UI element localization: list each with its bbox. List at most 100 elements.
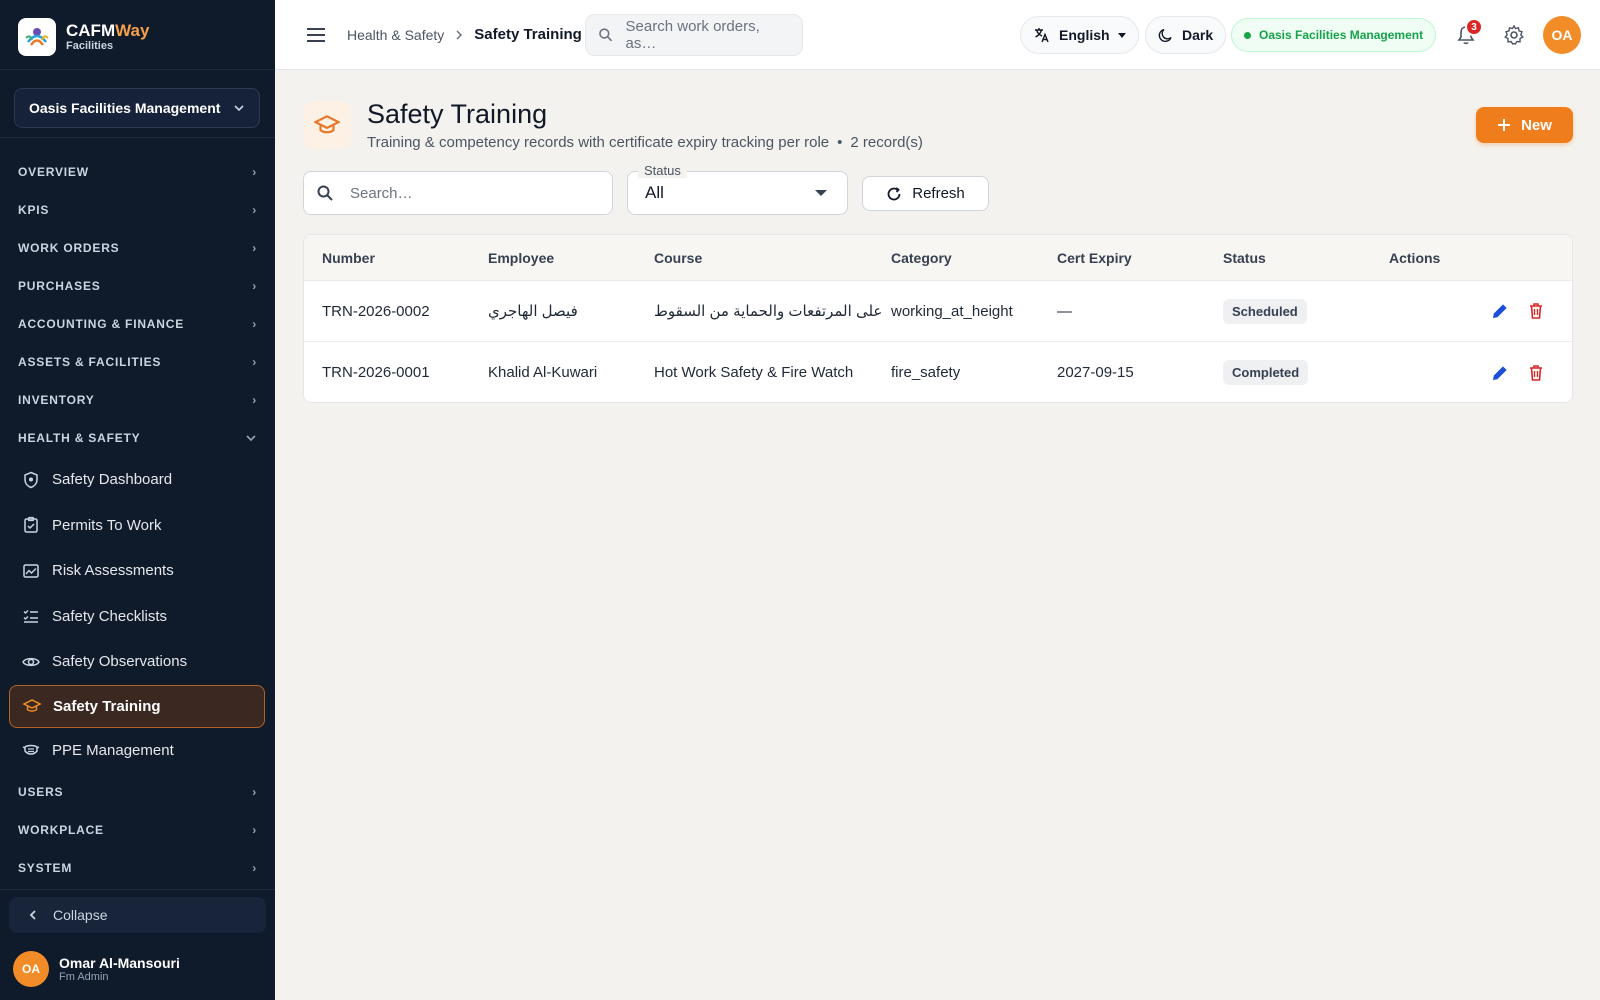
global-search-placeholder: Search work orders, as… xyxy=(625,18,760,52)
caret-down-icon xyxy=(815,190,827,196)
refresh-button[interactable]: Refresh xyxy=(862,176,989,211)
status-filter-value: All xyxy=(645,183,664,202)
moon-icon xyxy=(1158,28,1172,43)
nav-group-users[interactable]: USERS › xyxy=(0,773,275,811)
chevron-right-icon: › xyxy=(252,355,257,369)
chevron-right-icon: › xyxy=(252,785,257,799)
column-header-cert-expiry[interactable]: Cert Expiry xyxy=(1051,250,1217,266)
cell-cert-expiry: 2027-09-15 xyxy=(1057,364,1134,381)
nav-group-workplace[interactable]: WORKPLACE › xyxy=(0,811,275,849)
user-profile[interactable]: OA Omar Al-Mansouri Fm Admin xyxy=(13,951,180,987)
chevron-right-icon: › xyxy=(252,165,257,179)
checklist-icon xyxy=(22,607,40,625)
gear-icon[interactable] xyxy=(1503,24,1525,46)
sidebar-nav: OVERVIEW › KPIS › WORK ORDERS › PURCHASES › … xyxy=(0,153,275,887)
sidebar-item-safety-training[interactable]: Safety Training xyxy=(9,684,265,728)
menu-icon[interactable] xyxy=(305,24,327,46)
column-header-status[interactable]: Status xyxy=(1217,250,1383,266)
chevron-right-icon: › xyxy=(252,317,257,331)
divider xyxy=(0,137,275,138)
clipboard-check-icon xyxy=(22,516,40,534)
status-filter-select[interactable]: Status All xyxy=(627,163,848,215)
table-row[interactable]: TRN-2026-0001 Khalid Al-Kuwari Hot Work … xyxy=(304,342,1572,402)
cell-cert-expiry: — xyxy=(1057,302,1072,320)
plus-icon xyxy=(1498,119,1511,131)
nav-group-label: USERS xyxy=(18,785,64,799)
nav-group-label: WORKPLACE xyxy=(18,823,104,837)
breadcrumb-parent[interactable]: Health & Safety xyxy=(347,27,444,43)
nav-group-accounting-finance[interactable]: ACCOUNTING & FINANCE › xyxy=(0,305,275,343)
collapse-sidebar-button[interactable]: Collapse xyxy=(9,897,266,933)
chevron-right-icon xyxy=(456,29,463,40)
global-search-input[interactable]: Search work orders, as… xyxy=(585,14,803,56)
sidebar-item-label: Safety Observations xyxy=(52,653,188,671)
divider xyxy=(0,69,275,70)
training-records-table: Number Employee Course Category Cert Exp… xyxy=(303,234,1573,403)
topbar: Health & Safety Safety Training Search w… xyxy=(275,0,1600,70)
organization-select[interactable]: Oasis Facilities Management xyxy=(14,88,260,128)
brand[interactable]: CAFMWay Facilities xyxy=(18,18,149,56)
organization-status-badge[interactable]: Oasis Facilities Management xyxy=(1231,18,1437,52)
column-header-course[interactable]: Course xyxy=(636,250,885,266)
search-icon xyxy=(317,185,333,201)
nav-group-inventory[interactable]: INVENTORY › xyxy=(0,381,275,419)
column-header-actions: Actions xyxy=(1389,249,1441,266)
nav-group-label: SYSTEM xyxy=(18,861,73,875)
nav-group-health-safety[interactable]: HEALTH & SAFETY xyxy=(0,419,275,457)
chevron-right-icon: › xyxy=(252,823,257,837)
nav-group-label: PURCHASES xyxy=(18,279,101,293)
nav-group-overview[interactable]: OVERVIEW › xyxy=(0,153,275,191)
records-search-input[interactable]: Search… xyxy=(303,171,613,215)
sidebar-item-safety-dashboard[interactable]: Safety Dashboard xyxy=(0,457,266,503)
language-value: English xyxy=(1059,27,1110,43)
chevron-right-icon: › xyxy=(252,861,257,875)
mask-icon xyxy=(22,741,40,759)
nav-group-work-orders[interactable]: WORK ORDERS › xyxy=(0,229,275,267)
column-header-number[interactable]: Number xyxy=(304,250,470,266)
divider xyxy=(0,889,275,890)
language-select[interactable]: English xyxy=(1020,16,1139,54)
nav-group-purchases[interactable]: PURCHASES › xyxy=(0,267,275,305)
new-record-button[interactable]: New xyxy=(1476,107,1573,143)
chevron-right-icon: › xyxy=(252,393,257,407)
record-count: 2 record(s) xyxy=(850,134,923,151)
status-filter-label: Status xyxy=(638,163,687,178)
column-header-employee[interactable]: Employee xyxy=(470,250,636,266)
sidebar-item-safety-observations[interactable]: Safety Observations xyxy=(0,639,266,685)
edit-icon[interactable] xyxy=(1490,301,1510,321)
theme-toggle-button[interactable]: Dark xyxy=(1145,16,1227,54)
column-header-category[interactable]: Category xyxy=(885,250,1051,266)
sidebar-item-label: Safety Checklists xyxy=(52,607,168,625)
sidebar-item-safety-checklists[interactable]: Safety Checklists xyxy=(0,594,266,640)
chevron-right-icon: › xyxy=(252,203,257,217)
cell-employee: Khalid Al-Kuwari xyxy=(488,364,598,381)
delete-icon[interactable] xyxy=(1526,301,1546,321)
sidebar: CAFMWay Facilities Oasis Facilities Mana… xyxy=(0,0,275,1000)
breadcrumb-current: Safety Training xyxy=(474,26,582,43)
page-subtitle: Training & competency records with certi… xyxy=(367,134,923,151)
edit-icon[interactable] xyxy=(1490,363,1510,383)
nav-group-label: ASSETS & FACILITIES xyxy=(18,355,162,369)
refresh-icon xyxy=(887,186,901,200)
delete-icon[interactable] xyxy=(1526,363,1546,383)
caret-down-icon xyxy=(1117,32,1126,38)
nav-group-assets-facilities[interactable]: ASSETS & FACILITIES › xyxy=(0,343,275,381)
eye-icon xyxy=(22,653,40,671)
cell-course: العمل على المرتفعات والحماية من السقوط xyxy=(654,303,885,320)
page-description: Training & competency records with certi… xyxy=(367,134,830,151)
chevron-down-icon xyxy=(234,105,244,112)
sidebar-item-risk-assessments[interactable]: Risk Assessments xyxy=(0,548,266,594)
translate-icon xyxy=(1035,28,1049,43)
table-row[interactable]: TRN-2026-0002 فيصل الهاجري العمل على الم… xyxy=(304,281,1572,342)
sidebar-item-ppe-management[interactable]: PPE Management xyxy=(0,728,266,774)
separator: • xyxy=(837,134,843,151)
cell-category: fire_safety xyxy=(891,364,961,381)
avatar[interactable]: OA xyxy=(1543,16,1581,54)
nav-group-system[interactable]: SYSTEM › xyxy=(0,849,275,887)
cell-employee: فيصل الهاجري xyxy=(488,303,578,320)
sidebar-item-permits-to-work[interactable]: Permits To Work xyxy=(0,503,266,549)
cell-course: Hot Work Safety & Fire Watch xyxy=(654,364,854,381)
sidebar-item-label: PPE Management xyxy=(52,741,174,759)
nav-group-kpis[interactable]: KPIS › xyxy=(0,191,275,229)
notification-count-badge: 3 xyxy=(1465,18,1483,36)
